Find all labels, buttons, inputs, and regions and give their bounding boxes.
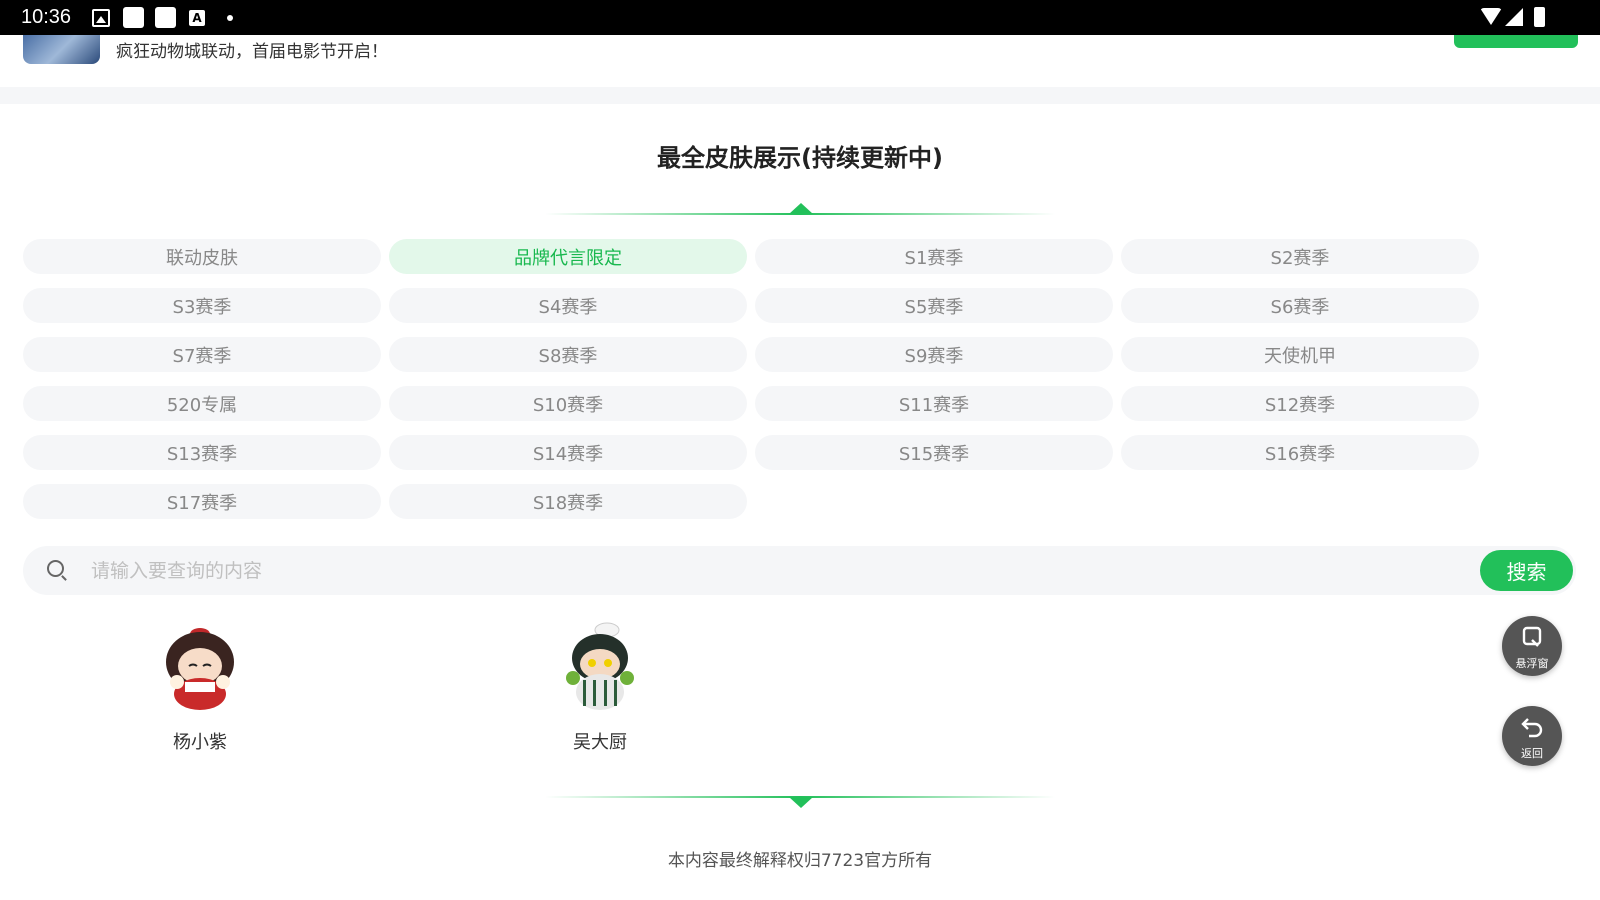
section-divider [0, 87, 1600, 104]
status-bar: 10:36 A [0, 0, 1600, 35]
banner-text: 疯狂动物城联动，首届电影节开启！ [116, 42, 388, 62]
skin-name: 吴大厨 [573, 732, 627, 753]
section-title: 最全皮肤展示(持续更新中) [657, 144, 943, 172]
status-time: 10:36 [21, 6, 72, 28]
category-tab[interactable]: S7赛季 [23, 337, 381, 372]
keyboard-icon: A [189, 10, 205, 26]
category-tab[interactable]: S1赛季 [755, 239, 1113, 274]
category-tab[interactable]: S11赛季 [755, 386, 1113, 421]
floating-window-button[interactable]: 悬浮窗 [1502, 616, 1562, 676]
category-tab[interactable]: S4赛季 [389, 288, 747, 323]
search-icon [47, 560, 64, 577]
character-avatar-icon [555, 622, 645, 714]
category-tab[interactable]: S3赛季 [23, 288, 381, 323]
skin-result-item[interactable]: 吴大厨 [540, 622, 660, 754]
skin-result-item[interactable]: 杨小紫 [140, 622, 260, 754]
search-button[interactable]: 搜索 [1480, 550, 1573, 591]
category-tab[interactable]: S2赛季 [1121, 239, 1479, 274]
skin-category-tabs: 联动皮肤 品牌代言限定 S1赛季 S2赛季 S3赛季 S4赛季 S5赛季 S6赛季 S7赛季 S8… [23, 239, 1483, 519]
category-tab[interactable]: S15赛季 [755, 435, 1113, 470]
category-tab[interactable]: S9赛季 [755, 337, 1113, 372]
search-bar: 搜索 [23, 546, 1576, 595]
notification-icon [155, 7, 176, 28]
category-tab[interactable]: S10赛季 [389, 386, 747, 421]
category-tab[interactable]: S12赛季 [1121, 386, 1479, 421]
floating-window-icon [1502, 626, 1562, 653]
category-tab[interactable]: S8赛季 [389, 337, 747, 372]
category-tab[interactable]: 品牌代言限定 [389, 239, 747, 274]
category-tab[interactable]: S14赛季 [389, 435, 747, 470]
banner-action-button[interactable] [1454, 35, 1578, 48]
category-tab[interactable]: S16赛季 [1121, 435, 1479, 470]
category-tab[interactable]: S17赛季 [23, 484, 381, 519]
category-tab[interactable]: 天使机甲 [1121, 337, 1479, 372]
category-tab[interactable]: 520专属 [23, 386, 381, 421]
category-tab[interactable]: S5赛季 [755, 288, 1113, 323]
bottom-arrow-down-icon [789, 797, 813, 808]
more-notifications-dot-icon [227, 15, 233, 21]
back-arrow-icon [1502, 716, 1562, 743]
notification-icon [123, 7, 144, 28]
category-tab[interactable]: S6赛季 [1121, 288, 1479, 323]
footer-disclaimer: 本内容最终解释权归7723官方所有 [667, 851, 933, 871]
search-input[interactable] [91, 546, 1461, 595]
title-arrow-up-icon [789, 203, 813, 214]
category-tab[interactable]: S18赛季 [389, 484, 747, 519]
floating-window-label: 悬浮窗 [1515, 657, 1549, 670]
category-tab[interactable]: S13赛季 [23, 435, 381, 470]
back-label: 返回 [1521, 747, 1543, 760]
character-avatar-icon [155, 622, 245, 714]
signal-icon [1505, 8, 1523, 26]
event-banner[interactable]: 疯狂动物城联动，首届电影节开启！ [0, 35, 1600, 87]
battery-icon [1534, 7, 1545, 27]
banner-thumbnail [23, 35, 100, 64]
wifi-icon [1480, 8, 1502, 25]
skin-name: 杨小紫 [173, 732, 227, 753]
back-button[interactable]: 返回 [1502, 706, 1562, 766]
gallery-icon [92, 9, 110, 27]
category-tab[interactable]: 联动皮肤 [23, 239, 381, 274]
